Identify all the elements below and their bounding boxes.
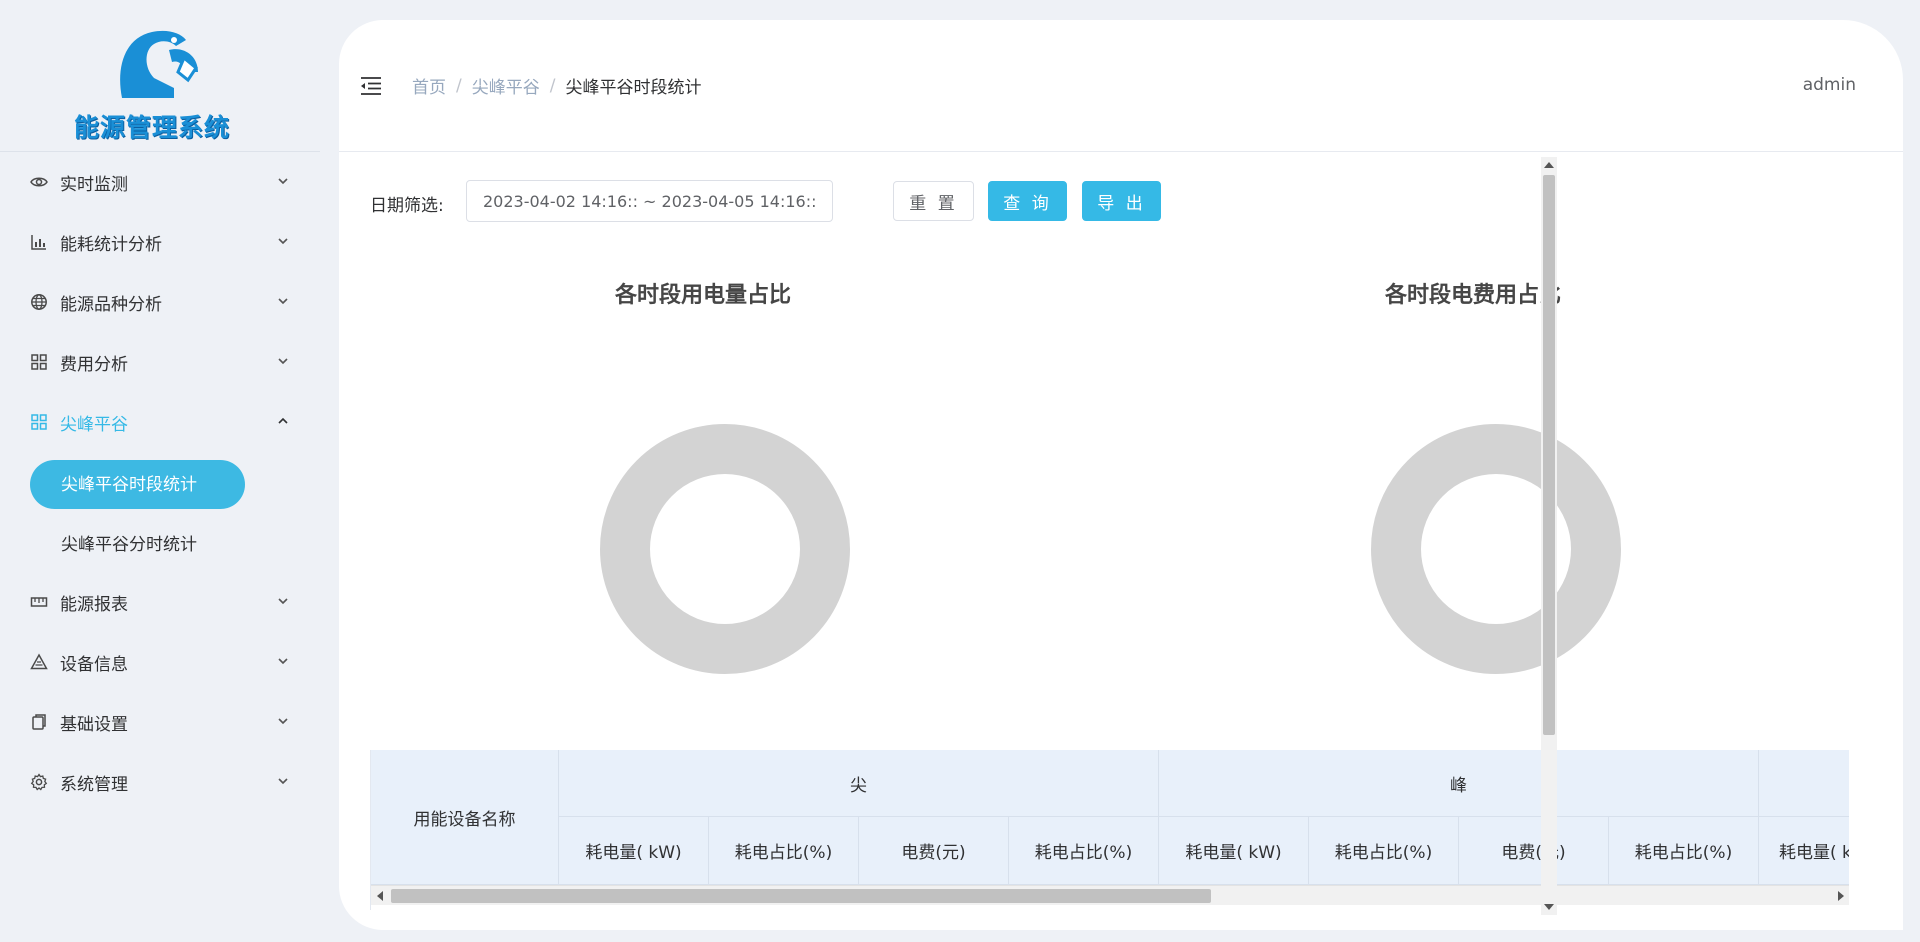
sidebar-item-label: 基础设置	[60, 714, 128, 735]
breadcrumb-current: 尖峰平谷时段统计	[565, 78, 702, 98]
chart-title-cost: 各时段电费用占比	[1384, 283, 1561, 308]
scrollbar-thumb[interactable]	[1543, 175, 1555, 735]
copy-icon	[30, 713, 48, 731]
sidebar-item-energy-type-analysis[interactable]: 能源品种分析	[0, 272, 320, 332]
th-cost-ratio: 耗电占比(%)	[1009, 817, 1159, 885]
sidebar-item-cost-analysis[interactable]: 费用分析	[0, 332, 320, 392]
chevron-down-icon	[278, 718, 288, 725]
chevron-up-icon	[278, 417, 288, 424]
th-group-sharp: 尖	[559, 750, 1159, 817]
sidebar-item-label: 能源报表	[60, 594, 128, 615]
sidebar-item-label: 设备信息	[60, 654, 128, 675]
scroll-up-arrow-icon[interactable]	[1544, 162, 1554, 168]
sidebar-submenu-peak-valley: 尖峰平谷时段统计 尖峰平谷分时统计	[0, 452, 320, 572]
date-range-input[interactable]: 2023-04-02 14:16:: ~ 2023-04-05 14:16::	[466, 180, 833, 222]
scrollbar-thumb[interactable]	[391, 889, 1211, 903]
user-menu[interactable]: admin	[1803, 75, 1856, 95]
warning-icon	[30, 653, 48, 671]
th-group-next	[1759, 750, 1849, 817]
th-group-peak: 峰	[1159, 750, 1759, 817]
breadcrumb-peak-valley[interactable]: 尖峰平谷	[472, 73, 540, 98]
sidebar-item-system-management[interactable]: 系统管理	[0, 752, 320, 812]
th-consumption-ratio: 耗电占比(%)	[709, 817, 859, 885]
sidebar-item-realtime-monitor[interactable]: 实时监测	[0, 152, 320, 212]
sidebar-item-label: 能源品种分析	[60, 294, 162, 315]
chevron-down-icon	[278, 298, 288, 305]
donut-ring-empty	[600, 424, 850, 674]
top-bar: 首页 / 尖峰平谷 / 尖峰平谷时段统计 admin	[339, 20, 1903, 152]
chevron-down-icon	[278, 178, 288, 185]
stats-table: 用能设备名称 尖 峰 耗电量( kW) 耗电占比(%) 电费(元) 耗电占比(%…	[370, 750, 1849, 910]
chevron-down-icon	[278, 598, 288, 605]
logo-text: 能源管理系统	[74, 113, 231, 142]
sidebar-item-label: 实时监测	[60, 174, 128, 195]
sidebar-item-device-info[interactable]: 设备信息	[0, 632, 320, 692]
page-vertical-scrollbar[interactable]	[1541, 157, 1557, 915]
query-button[interactable]: 查 询	[988, 181, 1067, 221]
page-content: 日期筛选: 2023-04-02 14:16:: ~ 2023-04-05 14…	[339, 153, 1903, 930]
export-button[interactable]: 导 出	[1082, 181, 1161, 221]
th-device-name: 用能设备名称	[371, 750, 559, 885]
chevron-down-icon	[278, 358, 288, 365]
globe-icon	[30, 293, 48, 311]
chevron-down-icon	[278, 778, 288, 785]
logo-icon	[120, 30, 198, 99]
sidebar-subitem-label: 尖峰平谷时段统计	[61, 474, 197, 495]
breadcrumb-separator: /	[456, 75, 462, 96]
grid-icon	[30, 413, 48, 431]
chart-title-consumption: 各时段用电量占比	[614, 283, 791, 308]
th-consumption: 耗电量( k	[1759, 817, 1849, 885]
table-horizontal-scrollbar[interactable]	[371, 885, 1849, 905]
sidebar: 能源管理系统 实时监测 能耗统计分析 能源品种分析 费用分析 尖峰平谷 尖峰平谷…	[0, 0, 320, 942]
breadcrumb: 首页 / 尖峰平谷 / 尖峰平谷时段统计	[412, 73, 702, 99]
donut-chart-consumption	[600, 424, 850, 674]
sidebar-item-label: 系统管理	[60, 774, 128, 795]
scroll-right-arrow-icon[interactable]	[1838, 891, 1844, 901]
sidebar-subitem-hourly-stats[interactable]: 尖峰平谷分时统计	[0, 512, 320, 572]
date-filter-label: 日期筛选:	[370, 196, 444, 216]
sidebar-item-consumption-analysis[interactable]: 能耗统计分析	[0, 212, 320, 272]
th-consumption: 耗电量( kW)	[559, 817, 709, 885]
th-cost: 电费(元)	[859, 817, 1009, 885]
scroll-left-arrow-icon[interactable]	[377, 891, 383, 901]
main-panel: 首页 / 尖峰平谷 / 尖峰平谷时段统计 admin 日期筛选: 2023-04…	[339, 20, 1903, 930]
sidebar-menu: 实时监测 能耗统计分析 能源品种分析 费用分析 尖峰平谷 尖峰平谷时段统计 尖峰…	[0, 152, 320, 812]
donut-chart-cost	[1371, 424, 1621, 674]
sidebar-item-label: 费用分析	[60, 354, 128, 375]
breadcrumb-separator: /	[549, 75, 556, 96]
sidebar-subitem-label: 尖峰平谷分时统计	[61, 534, 197, 555]
eye-icon	[30, 173, 48, 191]
reset-button[interactable]: 重 置	[893, 181, 974, 221]
chevron-down-icon	[278, 658, 288, 665]
sidebar-item-label: 尖峰平谷	[60, 414, 128, 435]
th-consumption: 耗电量( kW)	[1159, 817, 1309, 885]
bar-chart-icon	[30, 233, 48, 251]
th-cost-ratio: 耗电占比(%)	[1609, 817, 1759, 885]
table-header: 用能设备名称 尖 峰 耗电量( kW) 耗电占比(%) 电费(元) 耗电占比(%…	[371, 750, 1849, 885]
gear-icon	[30, 773, 48, 791]
sidebar-item-label: 能耗统计分析	[60, 234, 162, 255]
sidebar-item-peak-valley[interactable]: 尖峰平谷	[0, 392, 320, 452]
th-cost: 电费(元)	[1459, 817, 1609, 885]
app-logo: 能源管理系统	[74, 28, 246, 146]
sidebar-item-basic-settings[interactable]: 基础设置	[0, 692, 320, 752]
scroll-down-arrow-icon[interactable]	[1544, 904, 1554, 910]
sidebar-item-energy-reports[interactable]: 能源报表	[0, 572, 320, 632]
breadcrumb-home[interactable]: 首页	[412, 73, 446, 98]
ruler-icon	[30, 593, 48, 611]
chevron-down-icon	[278, 238, 288, 245]
donut-ring-empty	[1371, 424, 1621, 674]
th-consumption-ratio: 耗电占比(%)	[1309, 817, 1459, 885]
sidebar-subitem-period-stats[interactable]: 尖峰平谷时段统计	[0, 452, 320, 512]
menu-collapse-icon[interactable]	[359, 74, 383, 98]
grid-icon	[30, 353, 48, 371]
